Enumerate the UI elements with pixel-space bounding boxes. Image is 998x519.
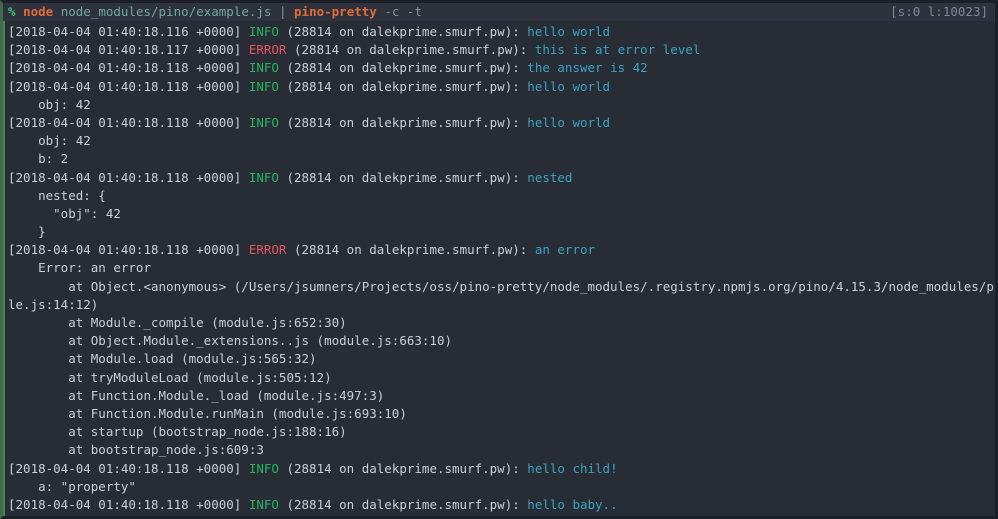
log-level-badge: ERROR bbox=[248, 42, 287, 58]
command-script-path: node_modules/pino/example.js bbox=[60, 4, 272, 19]
log-detail-text: at Module.load (module.js:565:32) bbox=[8, 351, 317, 367]
log-line: [2018-04-04 01:40:18.118 +0000] INFO (28… bbox=[8, 78, 995, 96]
log-line: [2018-04-04 01:40:18.118 +0000] INFO (28… bbox=[8, 59, 995, 77]
log-line: [2018-04-04 01:40:18.118 +0000] INFO (28… bbox=[8, 460, 995, 478]
log-detail-line: at startup (bootstrap_node.js:188:16) bbox=[8, 423, 995, 441]
log-level-badge: ERROR bbox=[248, 242, 287, 258]
log-detail-line: "obj": 42 bbox=[8, 205, 995, 223]
log-detail-line: a: "property" bbox=[8, 514, 995, 516]
log-detail-line: at bootstrap_node.js:609:3 bbox=[8, 441, 995, 459]
log-message: nested bbox=[527, 169, 573, 185]
log-detail-line: at Object.Module._extensions..js (module… bbox=[8, 332, 995, 350]
log-timestamp: [2018-04-04 01:40:18.116 +0000] bbox=[8, 24, 242, 39]
log-detail-line: obj: 42 bbox=[8, 96, 995, 114]
log-detail-text: at Object.<anonymous> (/Users/jsumners/P… bbox=[8, 278, 998, 294]
log-process-info: (28814 on dalekprime.smurf.pw): bbox=[286, 460, 520, 476]
log-detail-text: nested: { bbox=[8, 187, 106, 203]
log-line: [2018-04-04 01:40:18.118 +0000] INFO (28… bbox=[8, 114, 995, 132]
log-detail-line: at Function.Module._load (module.js:497:… bbox=[8, 387, 995, 405]
log-timestamp: [2018-04-04 01:40:18.118 +0000] bbox=[8, 114, 242, 130]
command-flags: -c -t bbox=[384, 4, 422, 19]
log-timestamp: [2018-04-04 01:40:18.118 +0000] bbox=[8, 242, 242, 258]
log-detail-line: at Module._compile (module.js:652:30) bbox=[8, 314, 995, 332]
log-detail-text: at startup (bootstrap_node.js:188:16) bbox=[8, 424, 347, 440]
log-detail-line: nested: { bbox=[8, 187, 995, 205]
log-line: [2018-04-04 01:40:18.118 +0000] ERROR (2… bbox=[8, 241, 995, 259]
log-detail-text: at Object.Module._extensions..js (module… bbox=[8, 333, 453, 349]
log-timestamp: [2018-04-04 01:40:18.118 +0000] bbox=[8, 460, 242, 476]
log-message: this is at error level bbox=[534, 42, 701, 58]
shell-prompt-symbol: % bbox=[8, 4, 16, 19]
log-line: [2018-04-04 01:40:18.118 +0000] INFO (28… bbox=[8, 496, 995, 514]
log-level-badge: INFO bbox=[248, 169, 279, 185]
log-line: [2018-04-04 01:40:18.118 +0000] INFO (28… bbox=[8, 169, 995, 187]
log-detail-text: } bbox=[8, 224, 46, 240]
log-message: hello world bbox=[527, 78, 611, 94]
log-timestamp: [2018-04-04 01:40:18.118 +0000] bbox=[8, 496, 242, 512]
log-detail-line: at Function.Module.runMain (module.js:69… bbox=[8, 405, 995, 423]
log-detail-line: a: "property" bbox=[8, 478, 995, 496]
log-line: [2018-04-04 01:40:18.117 +0000] ERROR (2… bbox=[8, 41, 995, 59]
log-detail-text: le.js:14:12) bbox=[8, 296, 99, 312]
log-message: the answer is 42 bbox=[527, 60, 648, 76]
scroll-status-indicator: [s:0 l:10023] bbox=[890, 4, 988, 19]
log-detail-text: b: 2 bbox=[8, 151, 69, 167]
log-detail-line: le.js:14:12) bbox=[8, 296, 995, 314]
log-process-info: (28814 on dalekprime.smurf.pw): bbox=[294, 42, 528, 58]
log-level-badge: INFO bbox=[248, 60, 279, 76]
log-detail-line: at Object.<anonymous> (/Users/jsumners/P… bbox=[8, 278, 995, 296]
log-level-badge: INFO bbox=[248, 114, 279, 130]
log-timestamp: [2018-04-04 01:40:18.118 +0000] bbox=[8, 78, 242, 94]
log-level-badge: INFO bbox=[248, 78, 279, 94]
log-detail-text: at tryModuleLoad (module.js:505:12) bbox=[8, 369, 332, 385]
log-process-info: (28814 on dalekprime.smurf.pw): bbox=[286, 78, 520, 94]
log-message: an error bbox=[534, 242, 596, 258]
log-detail-text: a: "property" bbox=[8, 515, 136, 516]
log-detail-text: at Function.Module._load (module.js:497:… bbox=[8, 387, 385, 403]
terminal-window[interactable]: % node node_modules/pino/example.js | pi… bbox=[0, 0, 998, 519]
log-detail-text: a: "property" bbox=[8, 478, 136, 494]
terminal-titlebar: % node node_modules/pino/example.js | pi… bbox=[3, 3, 995, 21]
log-line: [2018-04-04 01:40:18.116 +0000] INFO (28… bbox=[8, 23, 995, 41]
log-detail-line: at tryModuleLoad (module.js:505:12) bbox=[8, 369, 995, 387]
log-level-badge: INFO bbox=[248, 24, 279, 39]
command-name: node bbox=[23, 4, 54, 19]
log-detail-text: "obj": 42 bbox=[8, 205, 121, 221]
log-process-info: (28814 on dalekprime.smurf.pw): bbox=[286, 60, 520, 76]
log-process-info: (28814 on dalekprime.smurf.pw): bbox=[286, 114, 520, 130]
log-detail-line: } bbox=[8, 223, 995, 241]
log-timestamp: [2018-04-04 01:40:18.118 +0000] bbox=[8, 60, 242, 76]
log-process-info: (28814 on dalekprime.smurf.pw): bbox=[286, 24, 520, 39]
log-detail-text: at bootstrap_node.js:609:3 bbox=[8, 442, 264, 458]
log-detail-line: obj: 42 bbox=[8, 132, 995, 150]
log-detail-line: b: 2 bbox=[8, 150, 995, 168]
log-message: hello baby.. bbox=[527, 496, 618, 512]
log-detail-text: at Function.Module.runMain (module.js:69… bbox=[8, 405, 407, 421]
log-message: hello world bbox=[527, 24, 611, 39]
log-level-badge: INFO bbox=[248, 460, 279, 476]
log-timestamp: [2018-04-04 01:40:18.117 +0000] bbox=[8, 42, 242, 58]
log-level-badge: INFO bbox=[248, 496, 279, 512]
log-detail-text: at Module._compile (module.js:652:30) bbox=[8, 315, 347, 330]
log-timestamp: [2018-04-04 01:40:18.118 +0000] bbox=[8, 169, 242, 185]
log-detail-text: obj: 42 bbox=[8, 96, 91, 112]
log-process-info: (28814 on dalekprime.smurf.pw): bbox=[286, 496, 520, 512]
log-process-info: (28814 on dalekprime.smurf.pw): bbox=[286, 169, 520, 185]
log-process-info: (28814 on dalekprime.smurf.pw): bbox=[294, 242, 528, 258]
log-detail-text: obj: 42 bbox=[8, 133, 91, 149]
terminal-log-output[interactable]: [2018-04-04 01:40:18.116 +0000] INFO (28… bbox=[3, 21, 995, 516]
log-detail-line: at Module.load (module.js:565:32) bbox=[8, 350, 995, 368]
log-detail-text: Error: an error bbox=[8, 260, 151, 276]
log-detail-line: Error: an error bbox=[8, 259, 995, 277]
pipe-command-name: pino-pretty bbox=[294, 4, 377, 19]
log-message: hello world bbox=[527, 114, 611, 130]
log-message: hello child! bbox=[527, 460, 618, 476]
